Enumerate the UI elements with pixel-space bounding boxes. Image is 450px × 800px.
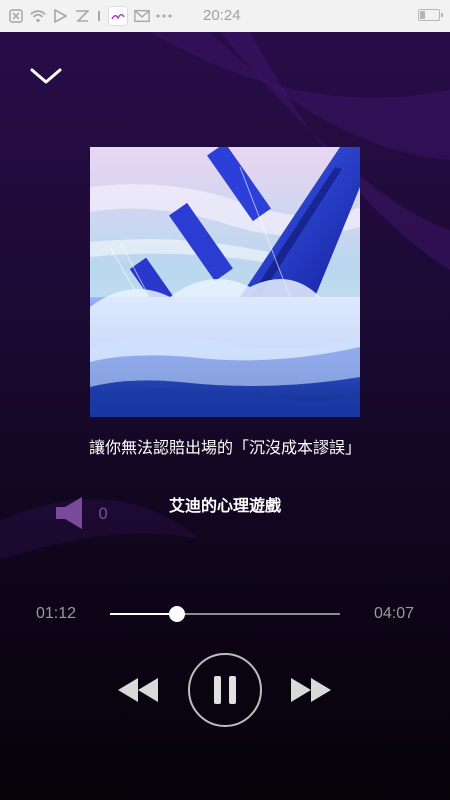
pause-icon — [188, 653, 262, 727]
total-time: 04:07 — [373, 605, 414, 622]
fast-forward-icon — [291, 678, 331, 702]
rewind-icon — [118, 678, 158, 702]
status-bar: 20:24 — [0, 0, 450, 32]
pause-button[interactable] — [187, 652, 263, 728]
more-dots-icon — [156, 8, 172, 24]
notification-icon — [8, 8, 24, 24]
vpn-icon — [74, 8, 90, 24]
fast-forward-button[interactable] — [289, 676, 333, 704]
volume-control[interactable]: 0 — [56, 497, 108, 529]
play-store-icon — [52, 8, 68, 24]
volume-value: 0 — [98, 503, 109, 523]
mail-icon — [134, 8, 150, 24]
sinking-ship-image — [90, 147, 360, 417]
battery-icon — [418, 9, 443, 21]
artist-name: 艾迪的心理遊戲 — [168, 496, 281, 515]
app-icon — [108, 6, 128, 26]
speaker-icon — [56, 497, 82, 529]
current-time: 01:12 — [36, 605, 77, 622]
signal-dot-icon — [96, 8, 102, 24]
album-art — [90, 147, 360, 417]
collapse-button[interactable] — [28, 62, 64, 90]
seek-bar[interactable] — [110, 606, 340, 622]
seek-bar-progress — [110, 613, 177, 615]
rewind-button[interactable] — [116, 676, 160, 704]
chevron-down-icon — [30, 68, 62, 84]
wifi-icon — [30, 8, 46, 24]
status-time: 20:24 — [203, 7, 241, 24]
song-title: 讓你無法認賠出場的「沉沒成本謬誤」 — [88, 438, 361, 457]
seek-thumb[interactable] — [168, 606, 185, 622]
